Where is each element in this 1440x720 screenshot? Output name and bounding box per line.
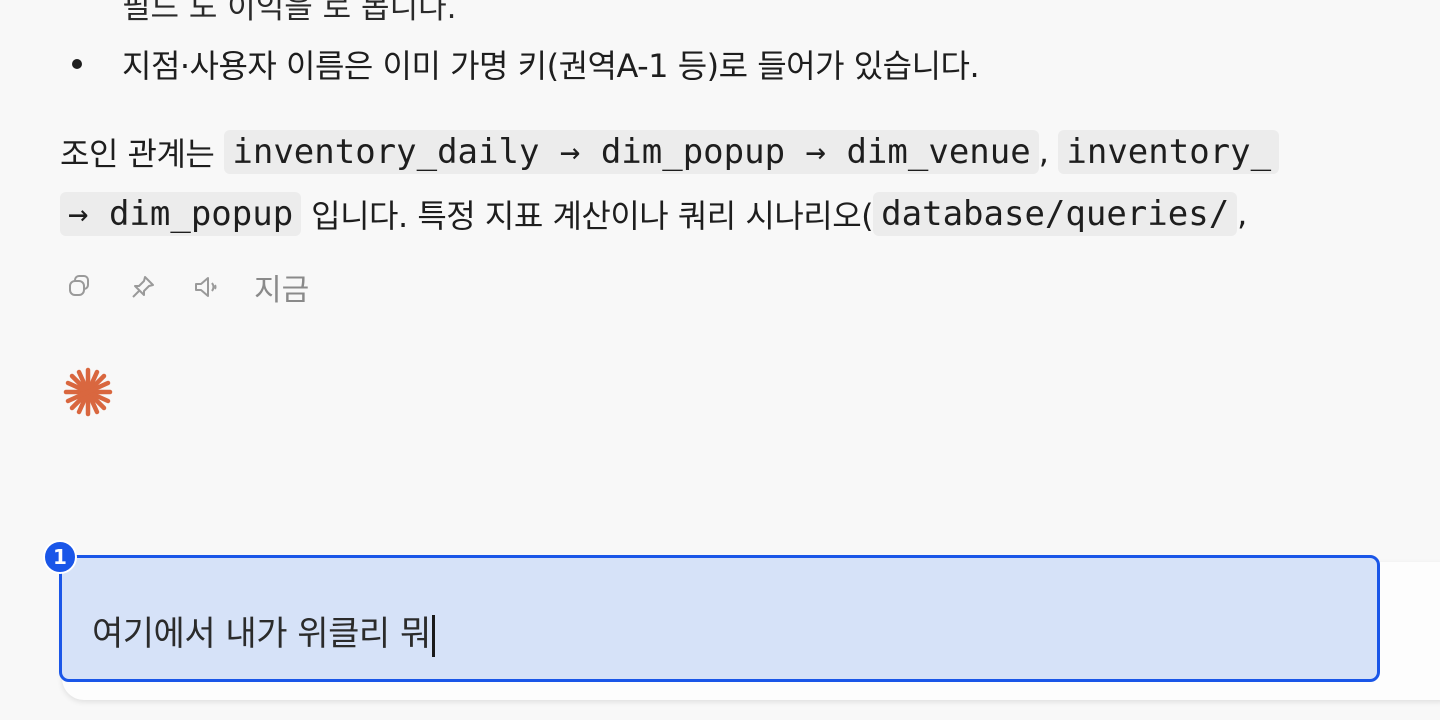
spark-icon bbox=[60, 364, 116, 420]
chat-view: 필드 도 이익을 로 봅니다. 지점·사용자 이름은 이미 가명 키(권역A-1… bbox=[0, 0, 1440, 720]
join-separator: , bbox=[1038, 133, 1049, 171]
code-inventory-second: inventory_ bbox=[1058, 130, 1280, 174]
pin-icon[interactable] bbox=[126, 270, 160, 304]
code-join-chain: inventory_daily → dim_popup → dim_venue bbox=[224, 130, 1039, 174]
join-paragraph-line-1: 조인 관계는 inventory_daily → dim_popup → dim… bbox=[60, 124, 1280, 180]
bullet-dot bbox=[72, 59, 82, 69]
join-line2-text: 입니다. 특정 지표 계산이나 쿼리 시나리오( bbox=[311, 197, 874, 235]
annotation-badge: 1 bbox=[43, 540, 77, 574]
join-line2-tail: , bbox=[1237, 195, 1247, 233]
join-paragraph-line-2: → dim_popup 입니다. 특정 지표 계산이나 쿼리 시나리오( dat… bbox=[60, 186, 1247, 242]
code-queries-path: database/queries/ bbox=[873, 192, 1238, 236]
message-input-value: 여기에서 내가 위클리 뭐 bbox=[92, 614, 431, 654]
previous-bullet-text: 필드 도 이익을 로 봅니다. bbox=[122, 0, 457, 26]
message-actions: 지금 bbox=[62, 264, 309, 310]
message-input-text[interactable]: 여기에서 내가 위클리 뭐 bbox=[92, 606, 435, 657]
bullet-text: 지점·사용자 이름은 이미 가명 키(권역A-1 등)로 들어가 있습니다. bbox=[122, 47, 980, 85]
speaker-icon[interactable] bbox=[190, 270, 224, 304]
bullet-item: 지점·사용자 이름은 이미 가명 키(권역A-1 등)로 들어가 있습니다. bbox=[72, 38, 980, 90]
message-input[interactable]: 여기에서 내가 위클리 뭐 bbox=[59, 555, 1380, 682]
join-prefix: 조인 관계는 bbox=[60, 135, 215, 173]
code-dim-popup: → dim_popup bbox=[60, 192, 302, 236]
message-timestamp: 지금 bbox=[254, 273, 310, 308]
copy-icon[interactable] bbox=[62, 270, 96, 304]
text-caret bbox=[431, 614, 435, 657]
